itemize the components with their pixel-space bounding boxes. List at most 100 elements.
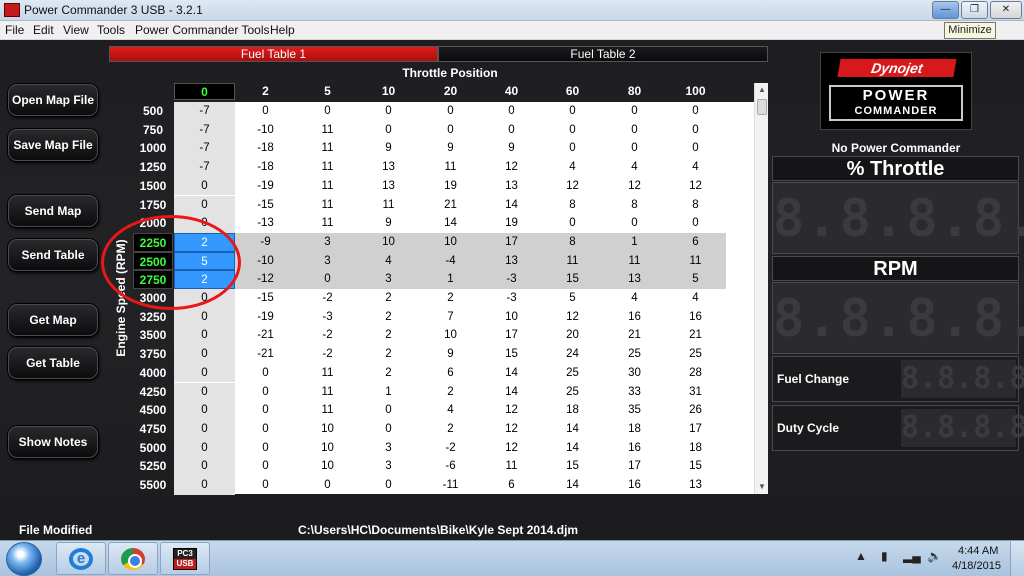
show-hidden-icons-icon[interactable]: ▲ [855, 549, 869, 565]
table-cell[interactable]: 25 [542, 383, 603, 402]
table-cell[interactable]: 12 [604, 177, 665, 196]
row-header-3250[interactable]: 3250 [133, 308, 173, 327]
table-cell[interactable]: 26 [665, 401, 726, 420]
table-cell[interactable]: 0 [235, 364, 296, 383]
table-cell[interactable]: 8 [542, 233, 603, 252]
table-cell[interactable]: 15 [481, 345, 542, 364]
table-cell[interactable]: 17 [665, 420, 726, 439]
table-cell[interactable]: 0 [420, 121, 481, 140]
table-cell[interactable]: 14 [481, 364, 542, 383]
table-cell[interactable]: 0 [174, 176, 235, 196]
table-cell[interactable]: -12 [235, 270, 296, 289]
table-cell[interactable]: 12 [542, 308, 603, 327]
table-cell[interactable]: -18 [235, 139, 296, 158]
table-cell[interactable]: -7 [174, 102, 235, 121]
table-cell[interactable]: 4 [420, 401, 481, 420]
table-cell[interactable]: 16 [604, 308, 665, 327]
table-cell[interactable]: 11 [542, 252, 603, 271]
table-cell[interactable]: 25 [542, 364, 603, 383]
table-cell[interactable]: 0 [358, 121, 419, 140]
table-cell[interactable]: 11 [604, 252, 665, 271]
menu-edit[interactable]: Edit [33, 23, 54, 37]
table-cell[interactable]: -21 [235, 345, 296, 364]
open-map-file-button[interactable]: Open Map File [8, 84, 98, 116]
table-cell[interactable]: 10 [358, 233, 419, 252]
row-header-4750[interactable]: 4750 [133, 420, 173, 439]
table-cell[interactable]: 10 [481, 308, 542, 327]
table-cell[interactable]: 0 [174, 382, 235, 402]
table-cell[interactable]: 1 [358, 383, 419, 402]
table-cell[interactable]: 0 [604, 139, 665, 158]
table-cell[interactable]: 11 [420, 158, 481, 177]
table-cell[interactable]: 12 [481, 401, 542, 420]
table-cell[interactable]: 0 [235, 420, 296, 439]
table-cell[interactable]: 2 [420, 420, 481, 439]
table-cell[interactable]: 14 [481, 196, 542, 215]
table-cell[interactable]: 12 [542, 177, 603, 196]
table-cell[interactable]: -7 [174, 139, 235, 159]
table-cell[interactable]: 11 [297, 214, 358, 233]
table-cell[interactable]: 6 [665, 233, 726, 252]
table-cell[interactable]: 5 [665, 270, 726, 289]
table-cell[interactable]: 10 [297, 457, 358, 476]
table-cell[interactable]: 0 [542, 214, 603, 233]
table-cell[interactable]: 9 [358, 139, 419, 158]
table-cell[interactable]: 0 [174, 419, 235, 439]
table-cell[interactable]: 12 [481, 420, 542, 439]
table-cell[interactable]: 5 [542, 289, 603, 308]
table-cell[interactable]: -19 [235, 308, 296, 327]
table-cell[interactable]: -13 [235, 214, 296, 233]
table-cell[interactable]: 19 [481, 214, 542, 233]
table-cell[interactable]: 11 [665, 252, 726, 271]
table-cell[interactable]: -19 [235, 177, 296, 196]
column-header-80[interactable]: 80 [604, 83, 665, 100]
table-cell[interactable]: 0 [235, 439, 296, 458]
table-cell[interactable]: 14 [481, 383, 542, 402]
table-cell[interactable]: 18 [542, 401, 603, 420]
table-cell[interactable]: 0 [665, 102, 726, 121]
table-cell[interactable]: 13 [358, 158, 419, 177]
table-cell[interactable]: 13 [604, 270, 665, 289]
table-cell[interactable]: -2 [420, 439, 481, 458]
table-cell[interactable]: 10 [297, 439, 358, 458]
table-cell[interactable]: 18 [665, 439, 726, 458]
column-header-10[interactable]: 10 [358, 83, 419, 100]
table-cell[interactable]: 2 [358, 326, 419, 345]
table-cell[interactable]: 11 [358, 196, 419, 215]
clock-date[interactable]: 4/18/2015 [952, 560, 1001, 572]
table-cell[interactable]: 11 [297, 401, 358, 420]
table-cell[interactable]: 9 [420, 139, 481, 158]
table-cell[interactable]: 0 [235, 102, 296, 121]
close-button[interactable]: ✕ [990, 1, 1022, 19]
row-header-4250[interactable]: 4250 [133, 383, 173, 402]
table-cell[interactable]: 0 [481, 102, 542, 121]
table-cell[interactable]: 14 [542, 476, 603, 495]
table-cell[interactable]: 0 [358, 476, 419, 495]
table-cell[interactable]: 24 [542, 345, 603, 364]
table-cell[interactable]: 1 [604, 233, 665, 252]
table-cell[interactable]: 35 [604, 401, 665, 420]
table-cell[interactable]: -15 [235, 289, 296, 308]
start-button-icon[interactable] [6, 542, 42, 576]
minimize-button[interactable]: — [932, 1, 959, 19]
column-header-40[interactable]: 40 [481, 83, 542, 100]
table-cell[interactable]: 12 [665, 177, 726, 196]
column-header-0[interactable]: 0 [174, 83, 235, 100]
table-cell[interactable]: -10 [235, 121, 296, 140]
row-header-3750[interactable]: 3750 [133, 345, 173, 364]
table-cell[interactable]: 0 [174, 438, 235, 458]
table-cell[interactable]: 10 [297, 420, 358, 439]
table-cell[interactable]: -3 [481, 289, 542, 308]
table-cell[interactable]: 10 [420, 233, 481, 252]
column-header-60[interactable]: 60 [542, 83, 603, 100]
row-header-500[interactable]: 500 [133, 102, 173, 121]
row-header-5250[interactable]: 5250 [133, 457, 173, 476]
table-cell[interactable]: 14 [420, 214, 481, 233]
table-cell[interactable]: 0 [358, 420, 419, 439]
menu-file[interactable]: File [5, 23, 24, 37]
table-cell[interactable]: 3 [297, 233, 358, 252]
row-header-1500[interactable]: 1500 [133, 177, 173, 196]
table-cell[interactable]: 0 [297, 476, 358, 495]
table-cell[interactable]: 11 [297, 121, 358, 140]
table-cell[interactable]: 2 [420, 289, 481, 308]
